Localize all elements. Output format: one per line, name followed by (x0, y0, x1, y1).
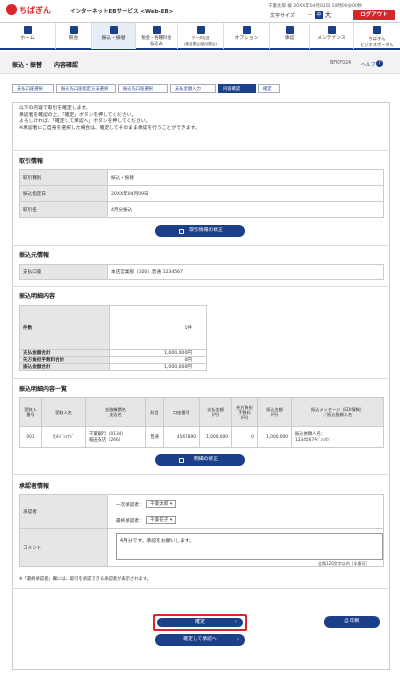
chevron-right-icon: › (235, 619, 237, 625)
home-icon (23, 26, 32, 34)
user-info: 千葉太郎 様 20XX年04月02日 10時00分00秒 (268, 4, 363, 9)
tax-icon (152, 26, 161, 34)
trade-info-table: 取引種別 振込・振替 振込指定日 20XX年04月09日 取引名 4月分振込 (19, 169, 384, 218)
divider (12, 588, 390, 589)
edit-details-button[interactable]: 明細の修正 (155, 454, 245, 466)
title-bar: 振込・振替 内容確認 BFKF024 ヘルプ ? (0, 52, 400, 74)
step-item: 支払金額入力 (170, 84, 216, 93)
nav-home[interactable]: ホーム (0, 23, 56, 49)
confirm-and-approve-button[interactable]: 確定して承認へ › (155, 634, 245, 646)
table-row: 001 ｶ)ﾁﾊﾞｼｮｳｼﾞ 千葉銀行（0134） 稲田支店（266） 普通 4… (19, 426, 384, 448)
nav-inquiry[interactable]: 照会 (56, 23, 92, 49)
nav-approve[interactable]: 承認 (270, 23, 310, 49)
portal-icon (373, 26, 381, 34)
text-size-label: 文字サイズ (270, 13, 295, 19)
step-item: 振込先口座指定方法選択 (56, 84, 116, 93)
brand-logo: ちばぎん (19, 6, 51, 15)
print-button[interactable]: ⎙ 印刷 (324, 616, 380, 628)
source-table: 支払口座 本店営業部（100）普通 1234567 (19, 264, 384, 280)
nav-option[interactable]: オプション (224, 23, 270, 49)
step-item: 支払口座選択 (12, 84, 54, 93)
page-id: BFKF024 (330, 61, 352, 66)
nav-tax[interactable]: 税金・各種料金 払込み (136, 23, 178, 49)
search-icon (69, 26, 78, 34)
edit-trade-info-button[interactable]: 取引情報の修正 (155, 225, 245, 237)
divider (12, 474, 390, 475)
detail-list-table: 受取人 番号 受取人名 金融機関名 支店名 科目 口座番号 支払金額 (円) 先… (19, 397, 384, 448)
final-approver-select[interactable]: 千葉花子 ▾ (146, 516, 177, 524)
first-approver-label: 一次承認者： (116, 503, 144, 508)
help-icon[interactable]: ? (376, 60, 383, 67)
nav-portal[interactable]: ちばぎん ビジネスポータル (354, 23, 400, 49)
page-title: 振込・振替 内容確認 (12, 62, 79, 69)
details-heading: 振込明細内容 (19, 293, 56, 300)
divider (12, 378, 390, 379)
data-icon (196, 26, 205, 34)
step-indicator: 支払口座選択 振込先口座指定方法選択 振込先口座選択 支払金額入力 内容確認 確… (12, 84, 282, 93)
approve-icon (285, 26, 294, 34)
edit-icon (179, 228, 184, 234)
logo-icon (6, 4, 17, 15)
final-approver-label: 最終承認者： (116, 519, 144, 524)
text-size-medium-button[interactable]: 中 (315, 11, 323, 19)
step-item-current: 内容確認 (218, 84, 256, 93)
nav-maintenance[interactable]: メンテナンス (310, 23, 354, 49)
comment-counter: 全角120文字以内［半角可］ (318, 561, 370, 566)
divider (12, 286, 390, 287)
step-item: 確定 (258, 84, 280, 93)
text-size-small-icon[interactable]: － (306, 11, 314, 19)
divider (12, 150, 390, 151)
step-item: 振込先口座選択 (118, 84, 168, 93)
transfer-icon (109, 26, 118, 34)
source-heading: 振込元情報 (19, 252, 50, 259)
trade-info-heading: 取引情報 (19, 158, 44, 165)
nav-transfer[interactable]: 振込・振替 (92, 23, 136, 49)
text-size-large-button[interactable]: 大 (324, 11, 332, 19)
detail-list-heading: 振込明細内容一覧 (19, 386, 68, 393)
divider (12, 245, 390, 246)
chevron-right-icon: › (237, 637, 239, 643)
confirm-button[interactable]: 確定 › (153, 614, 247, 631)
maintenance-icon (327, 26, 336, 34)
service-name: インターネットEBサービス <Web-EB> (70, 9, 174, 15)
option-icon (242, 26, 251, 34)
header: ちばぎん インターネットEBサービス <Web-EB> 千葉太郎 様 20XX年… (0, 0, 400, 21)
global-nav: ホーム 照会 振込・振替 税金・各種料金 払込み データ伝送 (総合振込/給与振… (0, 22, 400, 50)
logout-button[interactable]: ログアウト (353, 10, 395, 20)
first-approver-select[interactable]: 千葉太郎 ▾ (146, 500, 177, 508)
approver-note: ※「最終承認者」欄には、取引を承認できる承認者が表示されます。 (19, 577, 151, 582)
edit-icon (179, 457, 184, 463)
approver-heading: 承認者情報 (19, 483, 50, 490)
help-link[interactable]: ヘルプ (361, 61, 375, 68)
intro-text: 以下の内容で取引を確定します。 承認者を確認の上、「確定」ボタンを押してください… (19, 106, 200, 131)
details-summary-table: 件数 1件 支払金額合計 1,000,000円 先方負担手数料合計 0円 振込金額合計… (19, 305, 207, 371)
nav-data[interactable]: データ伝送 (総合振込/給与振込) (178, 23, 224, 49)
comment-textarea[interactable]: 4月分です。承認をお願いします。 (116, 533, 383, 560)
